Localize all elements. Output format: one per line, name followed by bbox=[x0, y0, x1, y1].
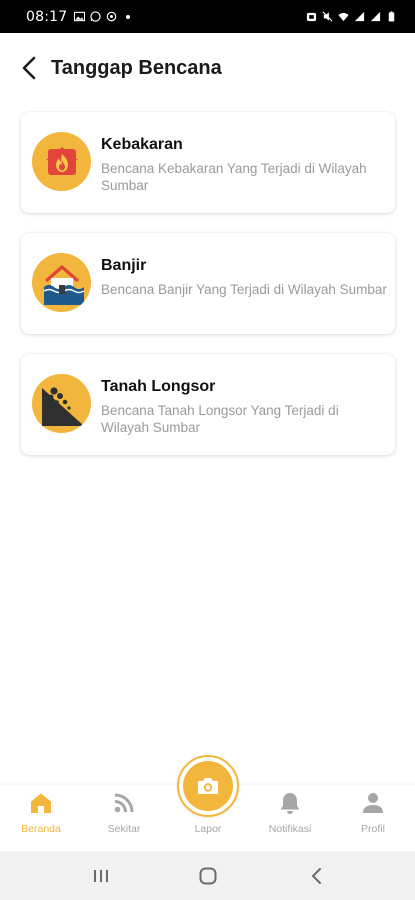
nav-label: Notifikasi bbox=[268, 823, 312, 835]
recents-icon bbox=[94, 870, 108, 882]
rss-icon bbox=[114, 793, 134, 813]
mute-icon bbox=[322, 11, 333, 22]
card-description: Bencana Kebakaran Yang Terjadi di Wilaya… bbox=[101, 161, 367, 193]
sync-icon bbox=[107, 11, 117, 22]
status-right-icons bbox=[306, 11, 397, 22]
card-title: Kebakaran bbox=[101, 136, 183, 153]
nav-item-profil[interactable]: Profil bbox=[338, 785, 408, 851]
fire-icon bbox=[32, 132, 91, 191]
camera-icon bbox=[198, 778, 218, 794]
image-icon bbox=[74, 11, 86, 22]
nav-item-lapor[interactable] bbox=[177, 755, 239, 817]
signal-icon bbox=[354, 11, 365, 22]
status-bar: 08:17 bbox=[0, 0, 415, 33]
chevron-left-icon bbox=[22, 56, 36, 80]
battery-icon bbox=[388, 11, 395, 22]
wifi-icon bbox=[338, 12, 349, 22]
card-title: Tanah Longsor bbox=[101, 378, 216, 395]
dot-icon bbox=[126, 14, 131, 19]
home-button[interactable] bbox=[193, 863, 223, 889]
bell-icon bbox=[280, 793, 300, 814]
person-icon bbox=[363, 793, 383, 813]
system-navigation-bar bbox=[0, 851, 415, 900]
nav-item-beranda[interactable]: Beranda bbox=[6, 785, 76, 851]
back-icon bbox=[312, 868, 321, 884]
nav-item-notifikasi[interactable]: Notifikasi bbox=[255, 785, 325, 851]
nav-label-lapor: Lapor bbox=[194, 823, 222, 835]
home-circle-icon bbox=[199, 867, 217, 885]
card-description: Bencana Tanah Longsor Yang Terjadi di Wi… bbox=[101, 403, 339, 435]
back-button[interactable] bbox=[16, 55, 42, 81]
nav-item-sekitar[interactable]: Sekitar bbox=[89, 785, 159, 851]
nav-label: Profil bbox=[361, 823, 385, 835]
nav-label: Sekitar bbox=[107, 823, 141, 835]
signal-icon bbox=[370, 11, 381, 22]
status-time: 08:17 bbox=[26, 8, 68, 25]
flood-icon bbox=[32, 253, 91, 312]
whatsapp-icon bbox=[90, 11, 102, 22]
card-title: Banjir bbox=[101, 257, 147, 274]
disaster-card-banjir[interactable]: Banjir Bencana Banjir Yang Terjadi di Wi… bbox=[21, 233, 395, 334]
home-icon bbox=[31, 793, 51, 813]
nav-label: Beranda bbox=[21, 823, 61, 835]
disaster-card-tanah-longsor[interactable]: Tanah Longsor Bencana Tanah Longsor Yang… bbox=[21, 354, 395, 455]
card-description: Bencana Banjir Yang Terjadi di Wilayah S… bbox=[101, 282, 387, 297]
alarm-icon bbox=[306, 12, 317, 22]
recents-button[interactable] bbox=[86, 863, 116, 889]
page-title: Tanggap Bencana bbox=[51, 57, 222, 79]
system-back-button[interactable] bbox=[302, 863, 332, 889]
status-left-icons bbox=[74, 11, 131, 22]
landslide-icon bbox=[32, 374, 91, 433]
disaster-card-kebakaran[interactable]: Kebakaran Bencana Kebakaran Yang Terjadi… bbox=[21, 112, 395, 213]
app-header: Tanggap Bencana bbox=[0, 33, 415, 105]
